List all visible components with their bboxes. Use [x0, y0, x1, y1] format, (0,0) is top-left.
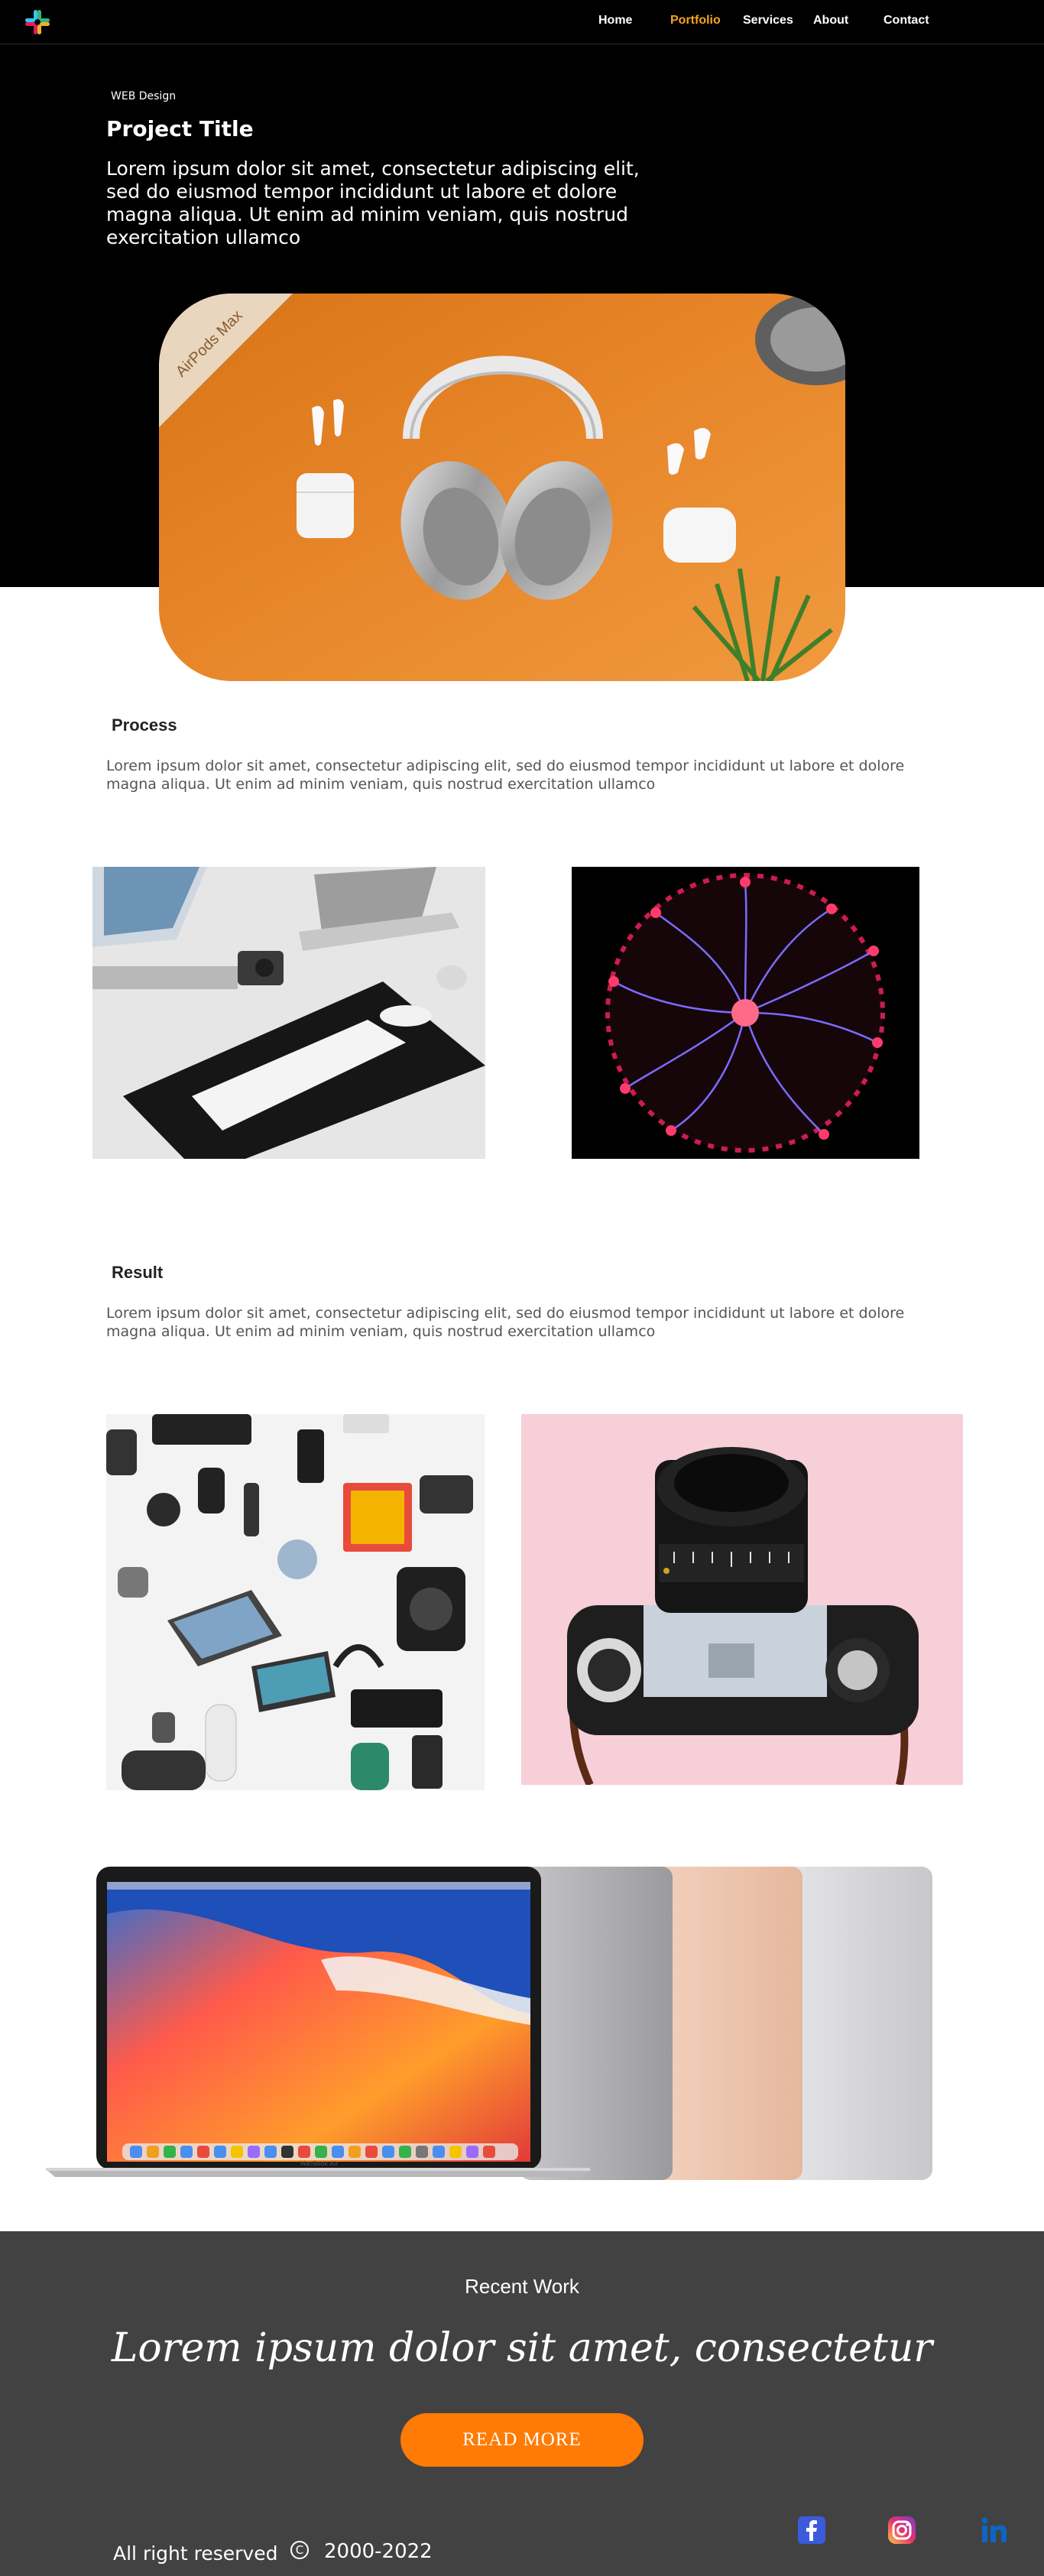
recent-work-label: Recent Work [465, 2275, 579, 2298]
copyright-text: All right reserved [113, 2542, 278, 2565]
macbook-air-image: MacBook Air [46, 1861, 963, 2182]
copyright-symbol: C [290, 2541, 309, 2559]
project-description: Lorem ipsum dolor sit amet, consectetur … [106, 157, 640, 248]
process-heading: Process [112, 715, 177, 735]
footer-quote: Lorem ipsum dolor sit amet, consectetur [111, 2325, 933, 2371]
result-text: Lorem ipsum dolor sit amet, consectetur … [106, 1305, 905, 1340]
desk-setup-image [92, 867, 485, 1159]
copyright-years: 2000-2022 [324, 2540, 433, 2563]
nav-link-home[interactable]: Home [598, 14, 632, 28]
result-heading: Result [112, 1263, 164, 1282]
gadgets-flatlay-image [106, 1414, 485, 1790]
top-navbar: Home Portfolio Services About Contact [0, 0, 1044, 44]
facebook-icon[interactable] [796, 2515, 827, 2545]
read-more-button[interactable]: READ MORE [400, 2413, 644, 2467]
project-category: WEB Design [111, 90, 177, 102]
nav-link-contact[interactable]: Contact [884, 14, 929, 28]
instagram-icon[interactable] [887, 2515, 917, 2545]
project-title: Project Title [106, 116, 254, 141]
camera-pink-background-image [521, 1414, 963, 1785]
nav-links: Home Portfolio Services About Contact [0, 14, 1044, 31]
macbook-air-label: MacBook Air [300, 2160, 339, 2167]
nav-link-services[interactable]: Services [743, 14, 793, 28]
hero-headphones-image: AirPods Max [159, 294, 845, 681]
plasma-ball-image [572, 867, 919, 1159]
process-text: Lorem ipsum dolor sit amet, consectetur … [106, 758, 905, 793]
nav-link-about[interactable]: About [813, 14, 848, 28]
nav-link-portfolio[interactable]: Portfolio [670, 14, 721, 28]
linkedin-icon[interactable] [979, 2515, 1010, 2545]
